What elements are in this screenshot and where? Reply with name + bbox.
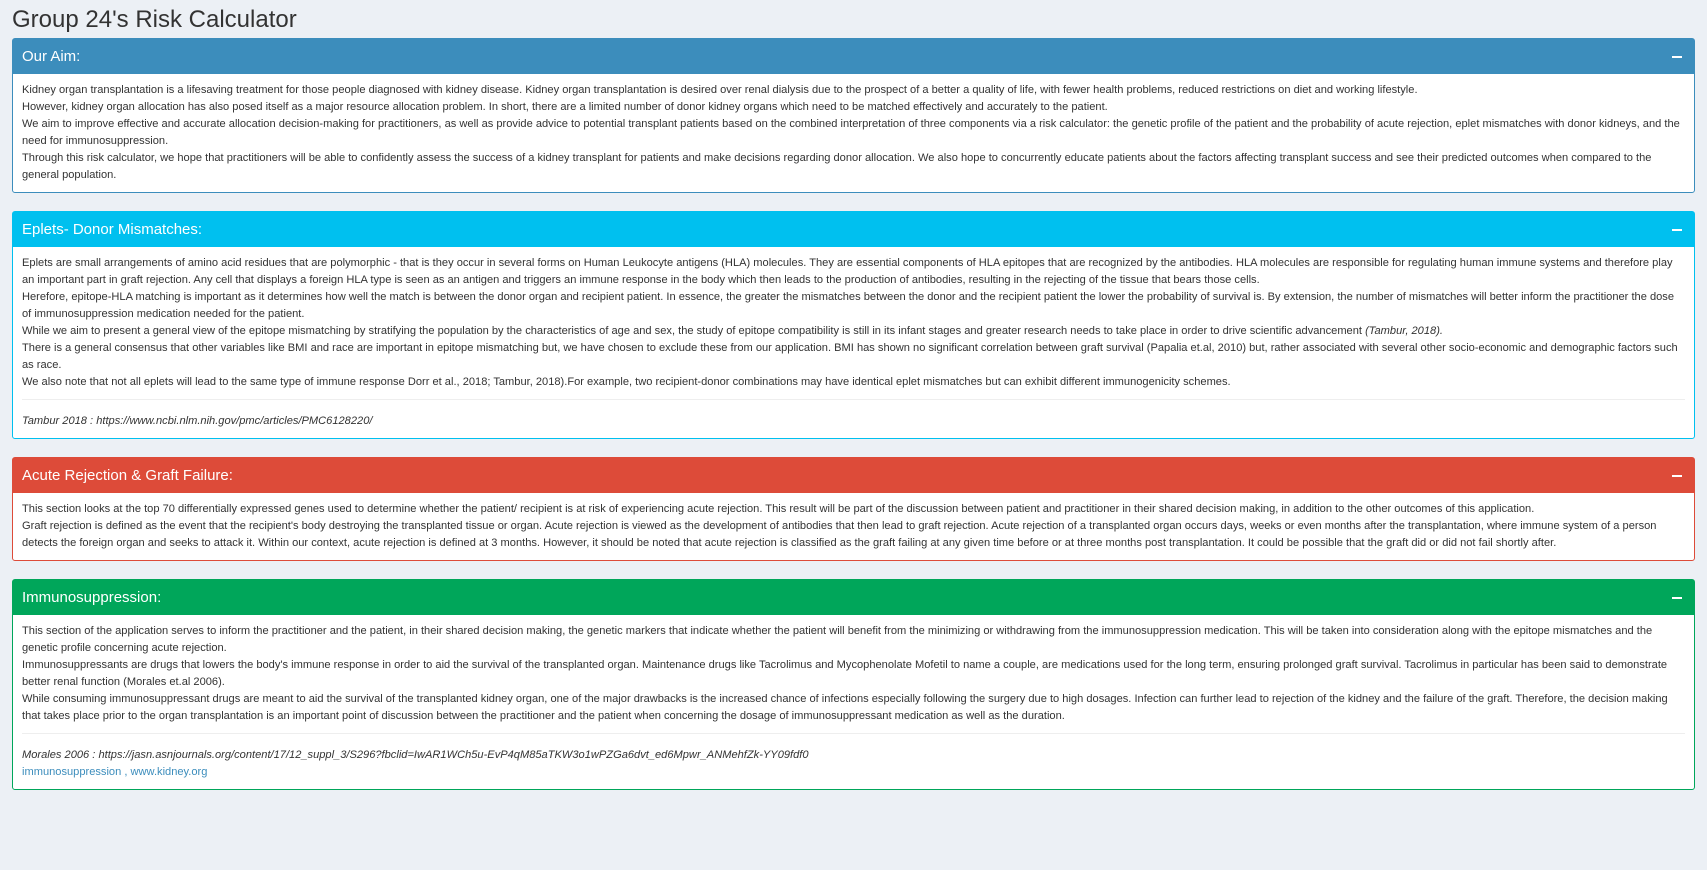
- eplets-paragraph: There is a general consensus that other …: [22, 342, 1678, 371]
- eplets-collapse-button[interactable]: [1668, 221, 1686, 239]
- page: Group 24's Risk Calculator Our Aim: Kidn…: [0, 0, 1707, 790]
- aim-paragraph: Kidney organ transplantation is a lifesa…: [22, 84, 1418, 96]
- immuno-paragraph: Immunosuppressants are drugs that lowers…: [22, 659, 1668, 688]
- divider: [22, 733, 1685, 734]
- aim-box-title: Our Aim:: [22, 48, 81, 65]
- minus-icon: [1672, 596, 1682, 599]
- aim-paragraph: However, kidney organ allocation has als…: [22, 101, 1108, 113]
- eplets-paragraph: While we aim to present a general view o…: [22, 323, 1685, 340]
- immuno-box-title: Immunosuppression:: [22, 589, 162, 606]
- minus-icon: [1672, 228, 1682, 231]
- minus-icon: [1672, 55, 1682, 58]
- aim-paragraph: Through this risk calculator, we hope th…: [22, 152, 1652, 181]
- minus-icon: [1672, 474, 1682, 477]
- acute-paragraph: Graft rejection is defined as the event …: [22, 520, 1657, 549]
- aim-box: Our Aim: Kidney organ transplantation is…: [12, 38, 1695, 193]
- immuno-box: Immunosuppression: This section of the a…: [12, 579, 1695, 790]
- immuno-reference: Morales 2006 : https://jasn.asnjournals.…: [22, 749, 809, 761]
- eplets-box: Eplets- Donor Mismatches: Eplets are sma…: [12, 211, 1695, 439]
- immuno-paragraph: This section of the application serves t…: [22, 625, 1653, 654]
- acute-box-title: Acute Rejection & Graft Failure:: [22, 467, 233, 484]
- eplets-paragraph: Herefore, epitope-HLA matching is import…: [22, 291, 1675, 320]
- eplets-box-header: Eplets- Donor Mismatches:: [13, 212, 1694, 247]
- eplets-citation: (Tambur, 2018).: [1365, 325, 1443, 337]
- acute-box: Acute Rejection & Graft Failure: This se…: [12, 457, 1695, 561]
- immuno-box-header: Immunosuppression:: [13, 580, 1694, 615]
- page-title: Group 24's Risk Calculator: [12, 6, 297, 33]
- immuno-links: immunosuppression , www.kidney.org: [22, 764, 1685, 781]
- link-separator: ,: [121, 766, 131, 778]
- aim-box-header: Our Aim:: [13, 39, 1694, 74]
- aim-paragraph: We aim to improve effective and accurate…: [22, 118, 1680, 147]
- acute-collapse-button[interactable]: [1668, 467, 1686, 485]
- acute-box-header: Acute Rejection & Graft Failure:: [13, 458, 1694, 493]
- aim-collapse-button[interactable]: [1668, 48, 1686, 66]
- eplets-paragraph-text: While we aim to present a general view o…: [22, 325, 1366, 337]
- acute-box-body: This section looks at the top 70 differe…: [13, 493, 1694, 560]
- eplets-box-title: Eplets- Donor Mismatches:: [22, 221, 203, 238]
- immuno-box-body: This section of the application serves t…: [13, 615, 1694, 789]
- immuno-paragraph: While consuming immunosuppressant drugs …: [22, 693, 1668, 722]
- eplets-box-body: Eplets are small arrangements of amino a…: [13, 247, 1694, 438]
- acute-paragraph: This section looks at the top 70 differe…: [22, 503, 1535, 515]
- divider: [22, 399, 1685, 400]
- eplets-reference: Tambur 2018 : https://www.ncbi.nlm.nih.g…: [22, 415, 373, 427]
- eplets-paragraph: Eplets are small arrangements of amino a…: [22, 257, 1673, 286]
- kidney-org-link[interactable]: www.kidney.org: [131, 766, 208, 778]
- immunosuppression-link[interactable]: immunosuppression: [22, 766, 121, 778]
- eplets-paragraph: We also note that not all eplets will le…: [22, 376, 1231, 388]
- immuno-collapse-button[interactable]: [1668, 589, 1686, 607]
- aim-box-body: Kidney organ transplantation is a lifesa…: [13, 74, 1694, 192]
